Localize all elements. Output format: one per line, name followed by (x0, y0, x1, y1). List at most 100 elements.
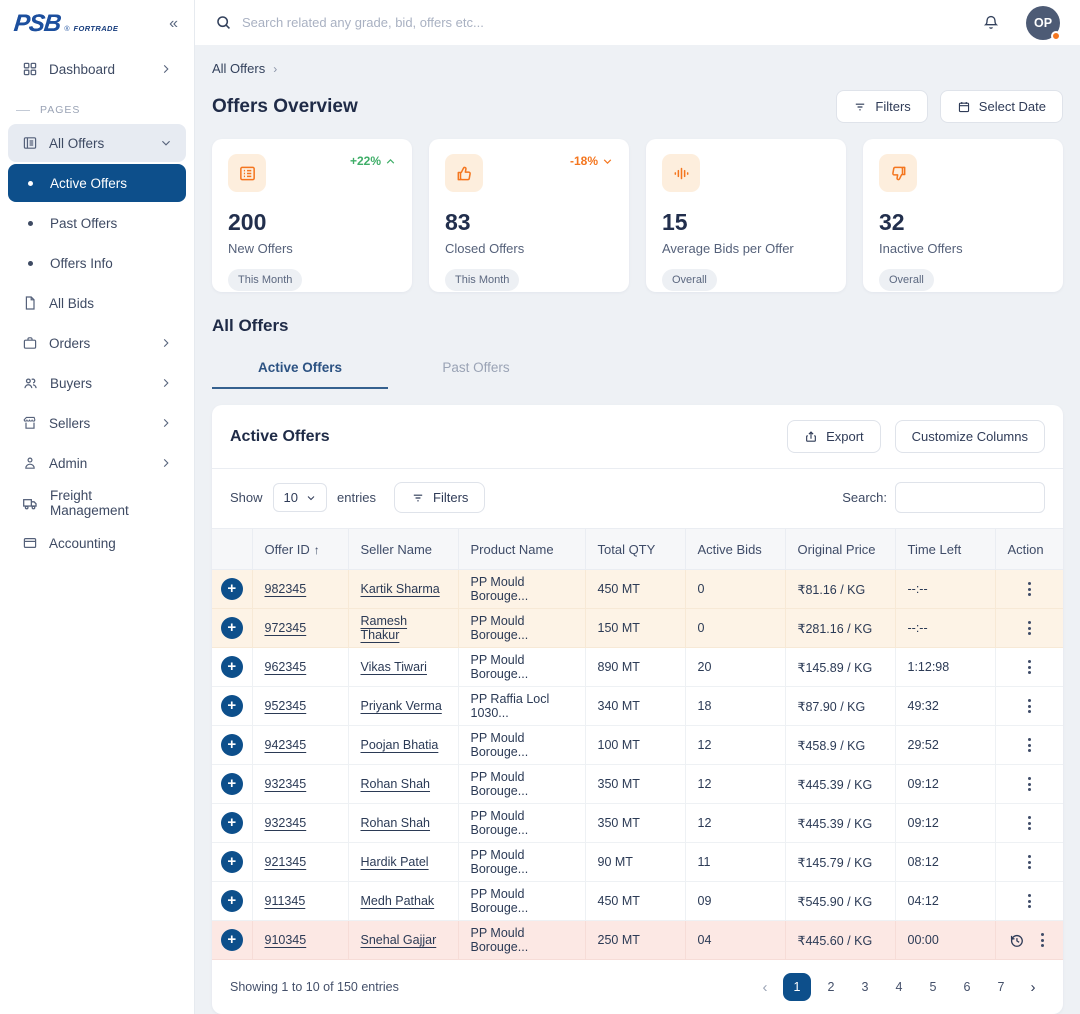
next-page-icon[interactable]: › (1021, 979, 1045, 996)
page-number-button[interactable]: 3 (851, 973, 879, 1001)
offer-id-link[interactable]: 972345 (265, 621, 307, 635)
column-header-product-name[interactable]: Product Name (458, 529, 585, 570)
seller-name-link[interactable]: Poojan Bhatia (361, 738, 439, 752)
stat-card-closed-offers[interactable]: -18% 83 Closed Offers This Month (429, 139, 629, 292)
entries-label: entries (337, 490, 376, 505)
page-number-button[interactable]: 1 (783, 973, 811, 1001)
export-icon (804, 430, 818, 444)
expand-row-button[interactable]: + (221, 890, 243, 912)
expand-row-button[interactable]: + (221, 617, 243, 639)
page-number-button[interactable]: 7 (987, 973, 1015, 1001)
row-menu-icon[interactable] (1022, 812, 1037, 834)
page-number-button[interactable]: 6 (953, 973, 981, 1001)
stat-card-average-bids[interactable]: 15 Average Bids per Offer Overall (646, 139, 846, 292)
offer-id-link[interactable]: 982345 (265, 582, 307, 596)
expand-row-button[interactable]: + (221, 773, 243, 795)
row-menu-icon[interactable] (1035, 929, 1050, 951)
expand-row-button[interactable]: + (221, 734, 243, 756)
expand-row-button[interactable]: + (221, 851, 243, 873)
brand-logo[interactable]: PSB ® FORTRADE (14, 12, 118, 36)
seller-name-link[interactable]: Hardik Patel (361, 855, 429, 869)
column-header-offer-id[interactable]: Offer ID↑ (252, 529, 348, 570)
offer-id-link[interactable]: 932345 (265, 777, 307, 791)
offer-id-link[interactable]: 932345 (265, 816, 307, 830)
filter-icon (411, 491, 425, 505)
column-header-active-bids[interactable]: Active Bids (685, 529, 785, 570)
seller-name-link[interactable]: Snehal Gajjar (361, 933, 437, 947)
seller-name-link[interactable]: Ramesh Thakur (361, 614, 408, 642)
offers-table: Offer ID↑ Seller Name Product Name Total… (212, 528, 1063, 960)
previous-page-icon[interactable]: ‹ (753, 979, 777, 996)
sidebar-item-orders[interactable]: Orders (8, 324, 186, 362)
total-qty-cell: 450 MT (585, 570, 685, 609)
breadcrumb-item[interactable]: All Offers (212, 61, 265, 76)
active-bids-cell: 11 (685, 843, 785, 882)
column-header-time-left[interactable]: Time Left (895, 529, 995, 570)
sidebar-item-freight-management[interactable]: Freight Management (8, 484, 186, 522)
row-menu-icon[interactable] (1022, 695, 1037, 717)
sidebar-item-buyers[interactable]: Buyers (8, 364, 186, 402)
seller-name-link[interactable]: Kartik Sharma (361, 582, 440, 596)
active-offers-panel: Active Offers Export Customize Columns S… (212, 405, 1063, 1014)
filters-button[interactable]: Filters (836, 90, 927, 123)
tab[interactable]: Past Offers (388, 350, 564, 389)
offer-id-link[interactable]: 962345 (265, 660, 307, 674)
page-size-select[interactable]: 10 (273, 483, 327, 512)
seller-name-link[interactable]: Rohan Shah (361, 777, 431, 791)
expand-row-button[interactable]: + (221, 695, 243, 717)
expand-row-button[interactable]: + (221, 812, 243, 834)
row-menu-icon[interactable] (1022, 578, 1037, 600)
global-search[interactable] (215, 14, 970, 31)
customize-columns-button[interactable]: Customize Columns (895, 420, 1045, 453)
sidebar-item-all-bids[interactable]: All Bids (8, 284, 186, 322)
sidebar-item-all-offers[interactable]: All Offers (8, 124, 186, 162)
offer-id-link[interactable]: 910345 (265, 933, 307, 947)
seller-name-link[interactable]: Priyank Verma (361, 699, 442, 713)
row-menu-icon[interactable] (1022, 773, 1037, 795)
sidebar-collapse-icon[interactable]: « (169, 15, 178, 33)
sidebar-item-admin[interactable]: Admin (8, 444, 186, 482)
tab[interactable]: Active Offers (212, 350, 388, 389)
row-menu-icon[interactable] (1022, 851, 1037, 873)
notifications-bell-icon[interactable] (982, 14, 1000, 32)
sidebar-item-dashboard[interactable]: Dashboard (8, 50, 186, 88)
offer-id-link[interactable]: 942345 (265, 738, 307, 752)
time-left-cell: --:-- (895, 609, 995, 648)
history-icon[interactable] (1008, 932, 1025, 949)
offer-id-link[interactable]: 952345 (265, 699, 307, 713)
sidebar-item-sellers[interactable]: Sellers (8, 404, 186, 442)
time-left-cell: 08:12 (895, 843, 995, 882)
page-number-button[interactable]: 4 (885, 973, 913, 1001)
expand-row-button[interactable]: + (221, 929, 243, 951)
row-menu-icon[interactable] (1022, 890, 1037, 912)
column-header-total-qty[interactable]: Total QTY (585, 529, 685, 570)
trend-badge: +22% (350, 154, 396, 168)
global-search-input[interactable] (242, 15, 582, 30)
seller-name-link[interactable]: Medh Pathak (361, 894, 435, 908)
offer-id-link[interactable]: 911345 (265, 894, 306, 908)
sidebar-item-past-offers[interactable]: Past Offers (8, 204, 186, 242)
column-header-seller-name[interactable]: Seller Name (348, 529, 458, 570)
stat-value: 83 (445, 209, 613, 236)
table-search-input[interactable] (895, 482, 1045, 513)
stat-card-inactive-offers[interactable]: 32 Inactive Offers Overall (863, 139, 1063, 292)
stat-card-new-offers[interactable]: +22% 200 New Offers This Month (212, 139, 412, 292)
expand-row-button[interactable]: + (221, 656, 243, 678)
row-menu-icon[interactable] (1022, 656, 1037, 678)
sidebar-item-offers-info[interactable]: Offers Info (8, 244, 186, 282)
user-avatar[interactable]: OP (1026, 6, 1060, 40)
page-number-button[interactable]: 2 (817, 973, 845, 1001)
select-date-button[interactable]: Select Date (940, 90, 1063, 123)
page-number-button[interactable]: 5 (919, 973, 947, 1001)
sidebar-item-active-offers[interactable]: Active Offers (8, 164, 186, 202)
column-header-original-price[interactable]: Original Price (785, 529, 895, 570)
expand-row-button[interactable]: + (221, 578, 243, 600)
table-filters-button[interactable]: Filters (394, 482, 485, 513)
row-menu-icon[interactable] (1022, 617, 1037, 639)
export-button[interactable]: Export (787, 420, 881, 453)
sidebar-item-accounting[interactable]: Accounting (8, 524, 186, 562)
seller-name-link[interactable]: Rohan Shah (361, 816, 431, 830)
seller-name-link[interactable]: Vikas Tiwari (361, 660, 427, 674)
row-menu-icon[interactable] (1022, 734, 1037, 756)
offer-id-link[interactable]: 921345 (265, 855, 307, 869)
